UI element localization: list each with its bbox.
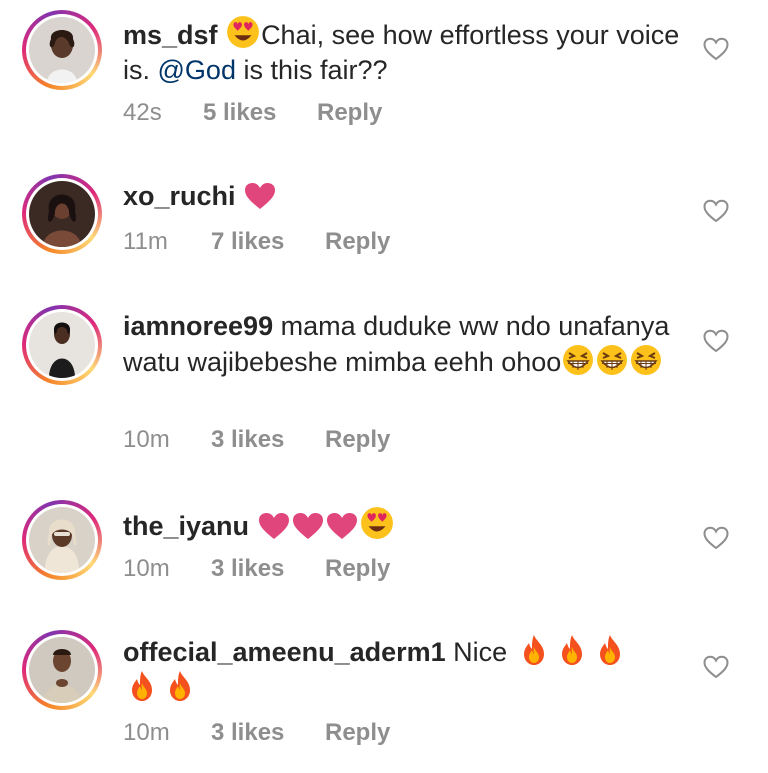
like-heart-icon[interactable] [703,329,729,353]
reply-button[interactable]: Reply [325,228,390,256]
comment-text: the_iyanu [123,506,683,544]
fire-emoji-icon [128,670,156,702]
heart-eyes-emoji-icon [360,506,394,540]
reply-button[interactable]: Reply [325,719,390,747]
like-heart-icon[interactable] [703,655,729,679]
pink-heart-emoji-icon [326,512,358,540]
reply-button[interactable]: Reply [325,426,390,454]
likes-count[interactable]: 3 likes [211,719,325,747]
comment-meta: 42s 5 likes Reply [123,99,382,127]
avatar-photo [29,17,95,83]
reply-button[interactable]: Reply [325,555,390,583]
likes-count[interactable]: 3 likes [211,426,325,454]
likes-count[interactable]: 7 likes [211,228,325,256]
comment-meta: 11m 7 likes Reply [123,228,390,256]
like-heart-icon[interactable] [703,199,729,223]
comment-meta: 10m 3 likes Reply [123,426,390,454]
comment-meta: 10m 3 likes Reply [123,719,390,747]
avatar-photo [29,181,95,247]
likes-count[interactable]: 3 likes [211,555,325,583]
comment-time: 10m [123,719,170,746]
pink-heart-emoji-icon [258,512,290,540]
comment-time: 42s [123,99,162,126]
comment-username[interactable]: xo_ruchi [123,181,236,211]
avatar-photo [29,507,95,573]
comment-item: offecial_ameenu_aderm1 Nice 10m 3 likes Re… [0,620,768,773]
avatar[interactable] [22,10,102,90]
comment-time: 10m [123,555,170,582]
comment-body: Nice [445,637,515,667]
grinning-squint-emoji-icon [630,344,662,376]
pink-heart-emoji-icon [292,512,324,540]
avatar-photo [29,312,95,378]
avatar[interactable] [22,630,102,710]
like-heart-icon[interactable] [703,37,729,61]
fire-emoji-icon [596,634,624,666]
fire-emoji-icon [166,670,194,702]
comment-time: 11m [123,228,168,255]
comment-meta: 10m 3 likes Reply [123,555,390,583]
avatar[interactable] [22,174,102,254]
pink-heart-emoji-icon [244,182,276,210]
comment-time: 10m [123,426,170,453]
comment-item: the_iyanu 10m 3 likes Reply [0,480,768,620]
avatar-photo [29,637,95,703]
fire-emoji-icon [558,634,586,666]
mention-link[interactable]: @God [158,55,236,85]
comment-text: ms_dsf Chai, see how effortless your voi… [123,15,683,88]
like-heart-icon[interactable] [703,526,729,550]
comment-item: ms_dsf Chai, see how effortless your voi… [0,0,768,150]
reply-button[interactable]: Reply [317,99,382,127]
comment-username[interactable]: the_iyanu [123,511,249,541]
comment-username[interactable]: offecial_ameenu_aderm1 [123,637,446,667]
comment-text: offecial_ameenu_aderm1 Nice [123,634,663,706]
comment-username[interactable]: ms_dsf [123,20,218,50]
fire-emoji-icon [520,634,548,666]
grinning-squint-emoji-icon [596,344,628,376]
comment-text: xo_ruchi [123,179,683,214]
avatar[interactable] [22,500,102,580]
comment-item: xo_ruchi 11m 7 likes Reply [0,150,768,280]
comment-item: iamnoree99 mama duduke ww ndo unafanya w… [0,280,768,480]
comment-username[interactable]: iamnoree99 [123,311,273,341]
avatar[interactable] [22,305,102,385]
likes-count[interactable]: 5 likes [203,99,317,127]
grinning-squint-emoji-icon [562,344,594,376]
heart-eyes-emoji-icon [226,15,260,49]
comment-text: iamnoree99 mama duduke ww ndo unafanya w… [123,309,683,380]
